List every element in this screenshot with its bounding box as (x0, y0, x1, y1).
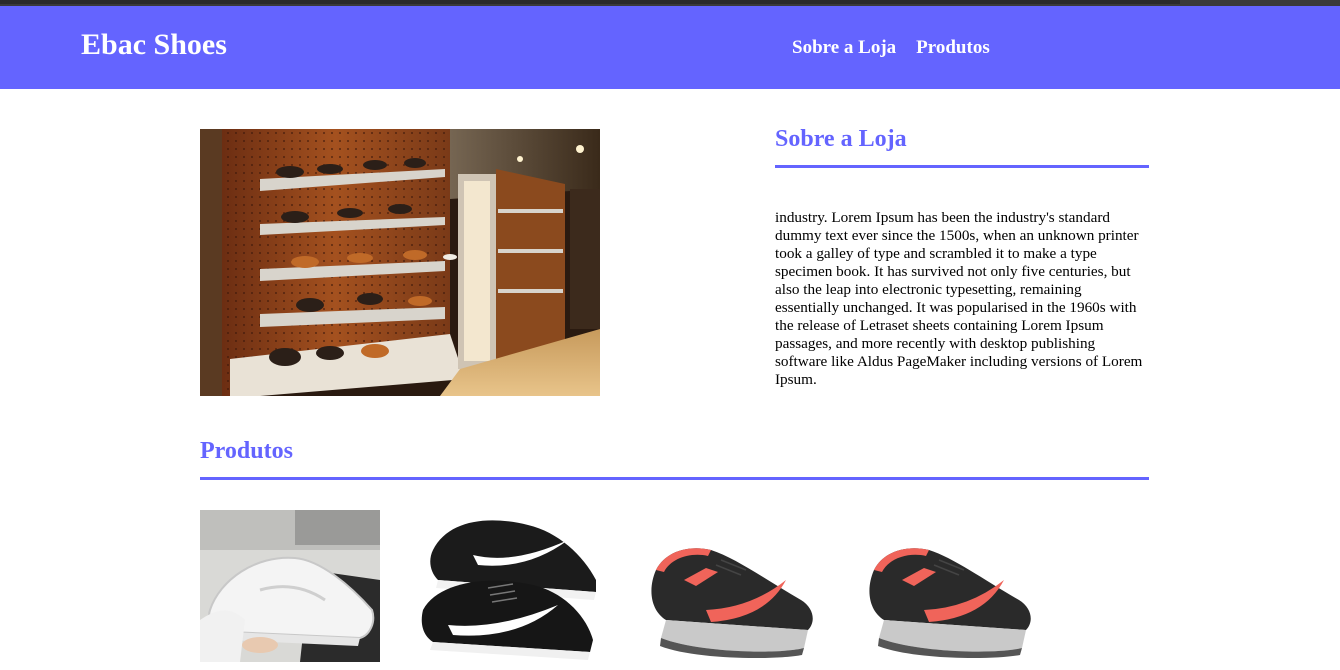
product-image-black-nike-sb[interactable] (418, 510, 598, 662)
products-divider (200, 477, 1149, 480)
products-title: Produtos (200, 438, 293, 464)
about-section: Sobre a Loja industry. Lorem Ipsum has b… (775, 126, 1149, 389)
about-text: industry. Lorem Ipsum has been the indus… (775, 209, 1143, 388)
site-header: Ebac Shoes Sobre a Loja Produtos (0, 6, 1340, 89)
product-image-white-sneaker[interactable] (200, 510, 380, 662)
nav-link-sobre-a-loja[interactable]: Sobre a Loja (792, 37, 896, 59)
product-image-black-pink-runner-2[interactable] (854, 510, 1034, 662)
about-title: Sobre a Loja (775, 126, 907, 152)
main-nav: Sobre a Loja Produtos (792, 37, 990, 59)
brand-logo[interactable]: Ebac Shoes (81, 28, 227, 62)
product-image-black-pink-runner[interactable] (636, 510, 816, 662)
store-interior-image (200, 129, 600, 396)
products-section: Produtos (200, 438, 1149, 662)
about-divider (775, 165, 1149, 168)
product-grid (200, 510, 1100, 670)
nav-link-produtos[interactable]: Produtos (916, 37, 990, 59)
